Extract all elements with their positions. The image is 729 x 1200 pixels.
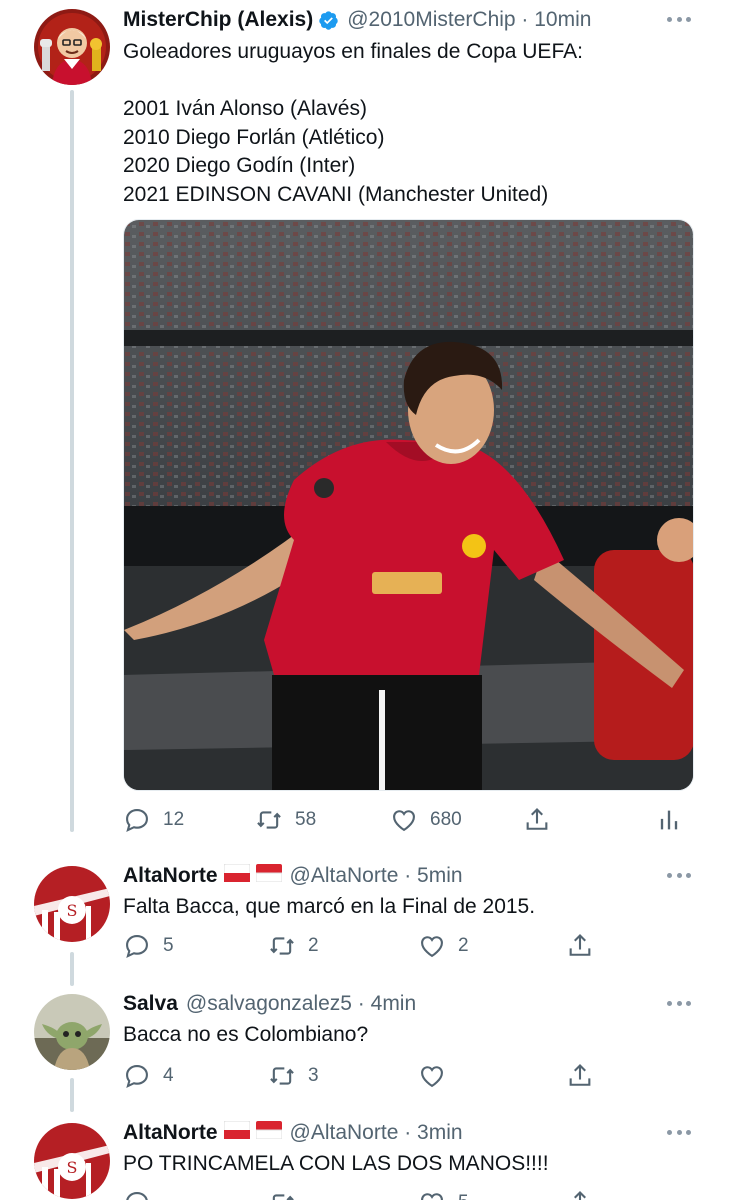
tweet-text: PO TRINCAMELA CON LAS DOS MANOS!!!! xyxy=(123,1152,549,1175)
reply-button[interactable]: 4 xyxy=(123,1060,174,1092)
reply-count: 4 xyxy=(163,1065,174,1086)
reply-button[interactable]: 5 xyxy=(123,930,174,962)
like-icon xyxy=(421,1066,443,1088)
retweet-icon xyxy=(270,937,294,955)
reply-icon xyxy=(126,809,148,832)
tweet-text: Falta Bacca, que marcó en la Final de 20… xyxy=(123,895,536,918)
avatar[interactable]: S xyxy=(34,866,110,942)
svg-text:S: S xyxy=(67,901,78,920)
share-icon xyxy=(569,934,591,956)
like-count: 2 xyxy=(458,935,469,956)
like-icon xyxy=(421,1193,443,1200)
tweet-text: Bacca no es Colombiano? xyxy=(123,1023,369,1046)
like-button[interactable]: 5 xyxy=(418,1187,469,1200)
avatar[interactable]: S xyxy=(34,1123,110,1199)
avatar[interactable] xyxy=(34,9,110,85)
tweet[interactable]: S AltaNorte @AltaNorte · 3min PO TRINCAM… xyxy=(0,1117,729,1200)
retweet-button[interactable] xyxy=(268,1187,296,1200)
retweet-count: 3 xyxy=(308,1065,319,1086)
more-icon[interactable] xyxy=(667,870,691,880)
tweet[interactable]: MisterChip (Alexis) @2010MisterChip · 10… xyxy=(0,4,729,844)
retweet-count: 58 xyxy=(295,809,317,830)
handle-and-time[interactable]: @AltaNorte · 3min xyxy=(290,1121,463,1145)
avatar[interactable] xyxy=(34,994,110,1070)
like-count: 680 xyxy=(430,809,462,830)
reply-count: 5 xyxy=(163,935,174,956)
display-name[interactable]: AltaNorte xyxy=(123,864,218,888)
retweet-count: 2 xyxy=(308,935,319,956)
share-icon xyxy=(526,808,548,830)
retweet-button[interactable]: 2 xyxy=(268,930,319,962)
reply-button[interactable]: 12 xyxy=(123,804,184,836)
retweet-button[interactable]: 3 xyxy=(268,1060,319,1092)
flag-icon xyxy=(223,863,251,888)
reply-icon xyxy=(126,935,148,958)
analytics-button[interactable] xyxy=(655,804,683,836)
tweet-photo[interactable] xyxy=(123,219,694,791)
like-icon xyxy=(393,810,415,832)
like-button[interactable]: 680 xyxy=(390,804,462,836)
share-icon xyxy=(569,1064,591,1086)
reply-icon xyxy=(126,1192,148,1200)
display-name[interactable]: MisterChip (Alexis) xyxy=(123,8,313,32)
share-button[interactable] xyxy=(566,1187,594,1200)
retweet-icon xyxy=(272,1194,294,1200)
reply-button[interactable] xyxy=(123,1187,151,1200)
like-icon xyxy=(421,936,443,958)
retweet-icon xyxy=(257,811,281,829)
reply-count: 12 xyxy=(163,809,185,830)
handle-and-time[interactable]: @AltaNorte · 5min xyxy=(290,864,463,888)
handle-and-time[interactable]: @salvagonzalez5 · 4min xyxy=(186,992,416,1016)
retweet-button[interactable]: 58 xyxy=(255,804,316,836)
more-icon[interactable] xyxy=(667,14,691,24)
svg-text:S: S xyxy=(67,1158,78,1177)
tweet[interactable]: Salva @salvagonzalez5 · 4min Bacca no es… xyxy=(0,988,729,1098)
display-name[interactable]: Salva xyxy=(123,992,178,1016)
tweet-text: Goleadores uruguayos en finales de Copa … xyxy=(123,40,583,206)
like-button[interactable] xyxy=(418,1060,458,1092)
handle-and-time[interactable]: @2010MisterChip · 10min xyxy=(347,8,591,32)
like-count: 5 xyxy=(458,1192,469,1200)
verified-badge-icon xyxy=(318,10,339,31)
more-icon[interactable] xyxy=(667,998,691,1008)
tweet[interactable]: S AltaNorte @AltaNorte · 5min Falta Bacc… xyxy=(0,860,729,980)
flag-icon xyxy=(223,1120,251,1145)
share-button[interactable] xyxy=(523,804,551,836)
analytics-icon xyxy=(660,810,678,830)
flag-icon xyxy=(255,864,283,888)
flag-icon xyxy=(255,1121,283,1145)
like-button[interactable]: 2 xyxy=(418,930,469,962)
share-button[interactable] xyxy=(566,930,594,962)
reply-icon xyxy=(126,1065,148,1088)
share-button[interactable] xyxy=(566,1060,594,1092)
more-icon[interactable] xyxy=(667,1127,691,1137)
retweet-icon xyxy=(270,1067,294,1085)
share-icon xyxy=(574,1191,586,1200)
display-name[interactable]: AltaNorte xyxy=(123,1121,218,1145)
